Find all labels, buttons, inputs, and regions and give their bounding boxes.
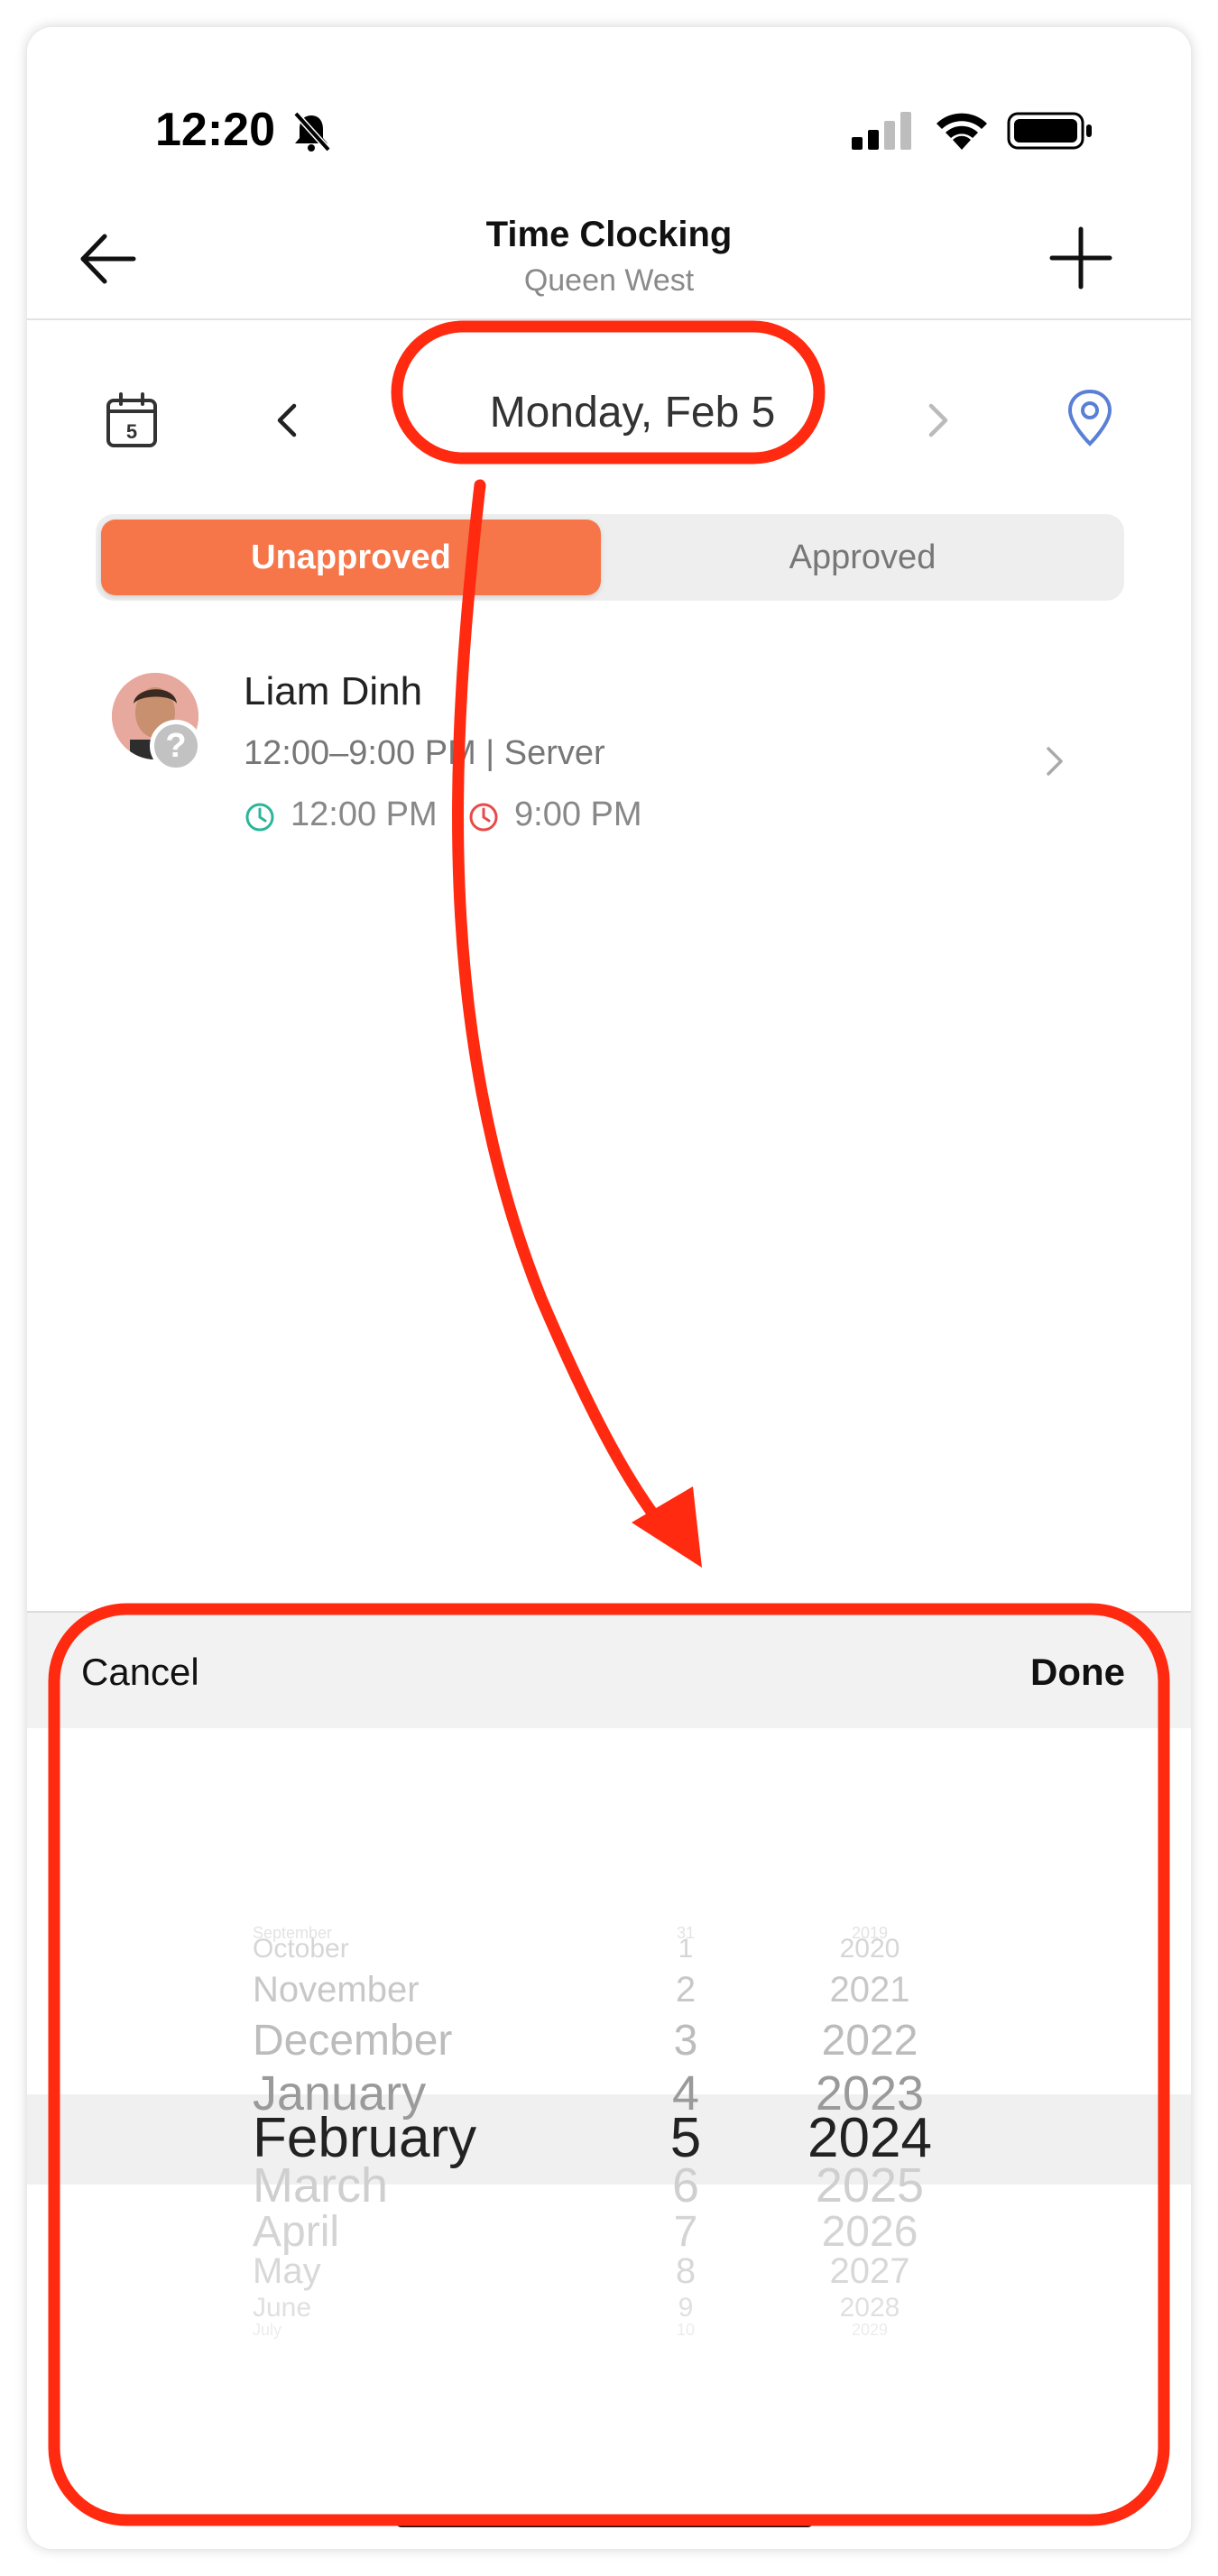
tab-approved[interactable]: Approved — [606, 520, 1119, 595]
approval-segmented-control: Unapproved Approved — [96, 514, 1124, 601]
location-subtitle: Queen West — [523, 263, 695, 298]
clock-in-time: 12:00 PM — [291, 796, 438, 833]
location-pin-icon[interactable] — [1065, 388, 1115, 447]
wifi-icon — [937, 113, 987, 150]
picker-year-option[interactable]: 2025 — [734, 2157, 1005, 2213]
cancel-button[interactable]: Cancel — [81, 1651, 199, 1694]
picker-year-option[interactable]: 2029 — [734, 2321, 1005, 2340]
add-button[interactable] — [1047, 224, 1115, 292]
unknown-status-icon: ? — [150, 720, 202, 772]
picker-toolbar — [27, 1611, 1191, 1728]
page-title: Time Clocking — [485, 215, 733, 254]
calendar-day-number: 5 — [126, 420, 137, 443]
picker-month-option[interactable]: November — [253, 1970, 420, 2010]
clock-out-time: 9:00 PM — [514, 796, 642, 833]
picker-month-option[interactable]: April — [253, 2207, 339, 2257]
picker-year-option[interactable]: 2027 — [734, 2251, 1005, 2292]
header-divider — [27, 318, 1191, 320]
cellular-signal-icon — [852, 112, 911, 150]
calendar-icon[interactable]: 5 — [105, 391, 159, 449]
previous-day-button[interactable] — [269, 400, 305, 440]
status-time: 12:20 — [155, 104, 275, 156]
picker-year-option[interactable]: 2021 — [734, 1970, 1005, 2010]
done-button[interactable]: Done — [1030, 1651, 1125, 1694]
picker-year-option[interactable]: 2022 — [734, 2016, 1005, 2065]
clock-out-icon — [469, 803, 498, 832]
chevron-right-icon[interactable] — [1041, 743, 1068, 779]
tab-unapproved[interactable]: Unapproved — [101, 520, 601, 595]
picker-month-option[interactable]: December — [253, 2016, 452, 2065]
home-indicator — [395, 2515, 814, 2527]
employee-name[interactable]: Liam Dinh — [244, 669, 422, 714]
picker-month-option[interactable]: October — [253, 1934, 349, 1964]
picker-month-option[interactable]: May — [253, 2251, 321, 2292]
picker-month-option[interactable]: July — [253, 2321, 281, 2340]
picker-year-option[interactable]: 2020 — [734, 1934, 1005, 1964]
phone-screen: 12:20 Time Clocking Queen West 5 Monday,… — [27, 27, 1191, 2549]
shift-details: 12:00–9:00 PM | Server — [244, 734, 605, 772]
picker-month-option[interactable]: June — [253, 2293, 311, 2323]
bell-muted-icon — [293, 111, 331, 152]
selected-date-button[interactable]: Monday, Feb 5 — [420, 388, 844, 437]
clock-in-icon — [245, 803, 274, 832]
battery-icon — [1007, 112, 1092, 150]
picker-year-option[interactable]: 2026 — [734, 2207, 1005, 2257]
picker-year-option[interactable]: 2028 — [734, 2293, 1005, 2323]
picker-month-option[interactable]: March — [253, 2157, 388, 2213]
next-day-button[interactable] — [920, 400, 956, 440]
